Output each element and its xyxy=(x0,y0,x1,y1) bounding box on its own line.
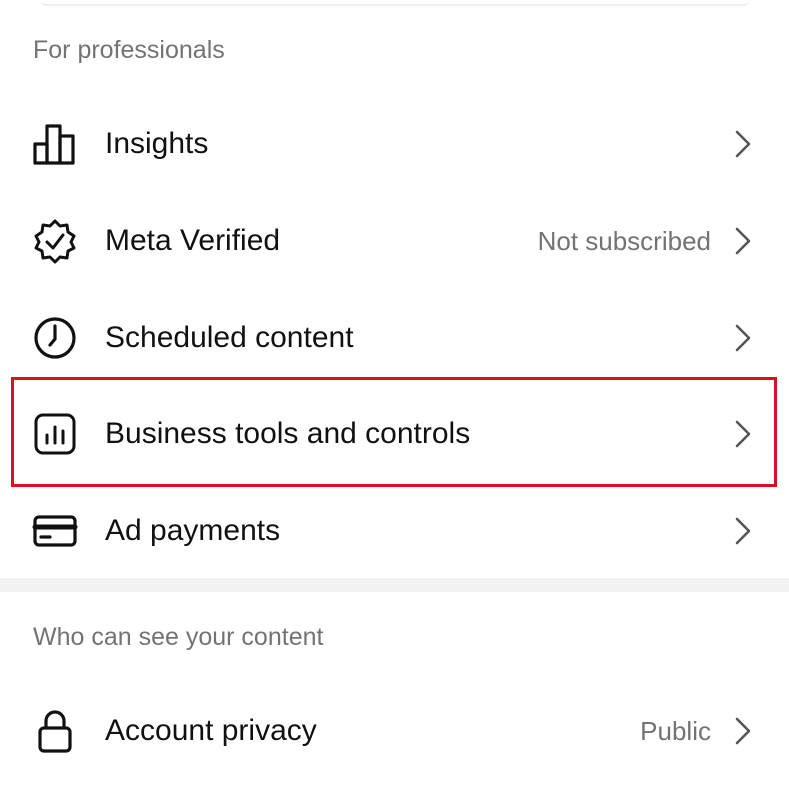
credit-card-icon xyxy=(32,508,78,554)
settings-row-scheduled-content[interactable]: Scheduled content xyxy=(0,289,789,386)
section-title-who-can-see: Who can see your content xyxy=(33,623,324,651)
settings-row-label: Scheduled content xyxy=(105,320,354,354)
previous-section-edge xyxy=(40,0,750,6)
section-title-for-professionals: For professionals xyxy=(33,36,225,64)
bar-chart-icon xyxy=(32,121,78,167)
settings-row-label: Business tools and controls xyxy=(105,416,471,450)
settings-row-business-tools[interactable]: Business tools and controls xyxy=(0,385,789,482)
section-divider xyxy=(0,578,789,592)
clock-icon xyxy=(32,315,78,361)
business-tools-icon xyxy=(32,411,78,457)
settings-row-ad-payments[interactable]: Ad payments xyxy=(0,482,789,579)
settings-row-label: Insights xyxy=(105,126,209,160)
subscription-status: Not subscribed xyxy=(537,225,711,256)
chevron-right-icon xyxy=(734,515,752,547)
settings-row-label: Ad payments xyxy=(105,513,281,547)
chevron-right-icon xyxy=(734,225,752,257)
settings-row-meta-verified[interactable]: Meta Verified Not subscribed xyxy=(0,192,789,289)
chevron-right-icon xyxy=(734,418,752,450)
settings-row-insights[interactable]: Insights xyxy=(0,95,789,192)
settings-row-label: Account privacy xyxy=(105,713,317,747)
chevron-right-icon xyxy=(734,322,752,354)
privacy-status: Public xyxy=(640,715,711,746)
chevron-right-icon xyxy=(734,715,752,747)
settings-row-label: Meta Verified xyxy=(105,223,281,257)
chevron-right-icon xyxy=(734,128,752,160)
settings-row-account-privacy[interactable]: Account privacy Public xyxy=(0,682,789,779)
verified-badge-icon xyxy=(32,218,78,264)
lock-icon xyxy=(32,708,78,754)
